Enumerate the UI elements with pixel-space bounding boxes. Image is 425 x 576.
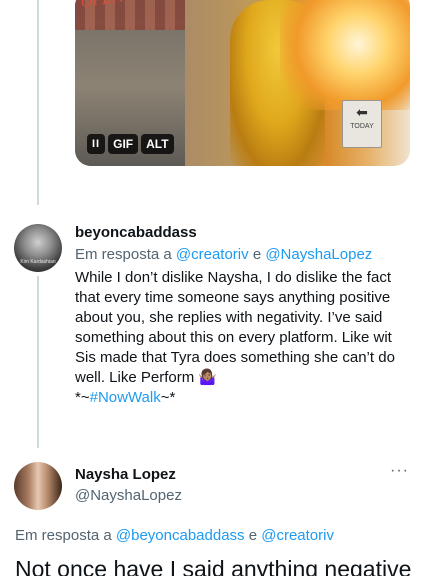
mention-creatoriv[interactable]: @creatoriv <box>261 527 334 544</box>
reply-prefix: Em resposta a <box>15 527 112 544</box>
arrow-left-icon: ⬅ <box>356 104 368 120</box>
tweet2-author-handle[interactable]: @NayshaLopez <box>75 487 182 504</box>
media-today-sign: ⬅ TODAY <box>342 100 382 148</box>
avatar-watermark: Kim Kardashian <box>20 259 56 265</box>
today-sign-label: TODAY <box>350 123 374 130</box>
reply-prefix: Em resposta a <box>75 246 172 263</box>
pause-button[interactable]: II <box>87 134 106 154</box>
tweet-thread: OPEN ⬅ TODAY II GIF ALT Kim Kardashian b… <box>0 0 425 576</box>
thread-line-top <box>37 0 39 205</box>
gif-badge: GIF <box>108 134 139 154</box>
reply-and: e <box>248 527 258 544</box>
hashtag-nowwalk[interactable]: #NowWalk <box>90 389 161 406</box>
tweet1-hashtag-line: *~#NowWalk~* <box>75 388 413 408</box>
media-explosion <box>280 0 410 110</box>
tweet1-author-name[interactable]: beyoncabaddass <box>75 224 197 241</box>
tweet2-text: Not once have I said anything negative <box>15 556 412 576</box>
alt-text-button[interactable]: ALT <box>141 134 174 154</box>
tweet2-author-name[interactable]: Naysha Lopez <box>75 466 176 483</box>
hashtag-prefix: *~ <box>75 389 90 406</box>
tweet1-body: While I don’t dislike Naysha, I do disli… <box>75 269 395 386</box>
hashtag-suffix: ~* <box>160 389 176 406</box>
media-controls: II GIF ALT <box>87 134 174 154</box>
reply-and: e <box>252 246 262 263</box>
mention-creatoriv[interactable]: @creatoriv <box>176 246 249 263</box>
more-options-icon[interactable]: ··· <box>390 462 409 480</box>
thread-line-middle <box>37 276 39 448</box>
avatar-nayshalopez[interactable] <box>14 462 62 510</box>
tweet2-reply-context: Em resposta a @beyoncabaddass e @creator… <box>15 527 334 544</box>
tweet1-reply-context: Em resposta a @creatoriv e @NayshaLopez <box>75 246 372 263</box>
mention-beyoncabaddass[interactable]: @beyoncabaddass <box>116 527 245 544</box>
avatar-beyoncabaddass[interactable]: Kim Kardashian <box>14 224 62 272</box>
tweet1-text: While I don’t dislike Naysha, I do disli… <box>75 268 413 408</box>
mention-nayshalopez[interactable]: @NayshaLopez <box>265 246 372 263</box>
